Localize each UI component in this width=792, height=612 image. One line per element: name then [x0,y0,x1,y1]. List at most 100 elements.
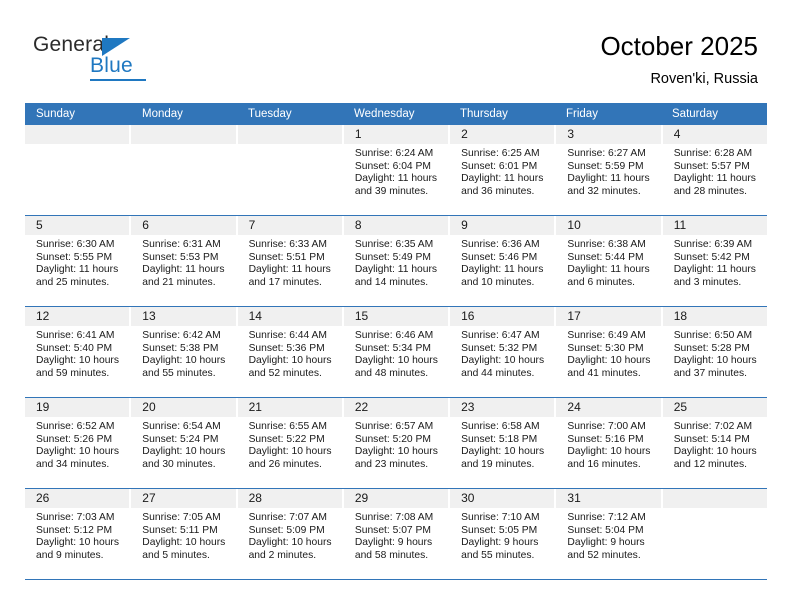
title-block: October 2025 Roven'ki, Russia [600,30,758,89]
day-details: Sunrise: 6:36 AM Sunset: 5:46 PM Daylight:… [450,235,554,289]
daylight-text: Daylight: 10 hours and 2 minutes. [248,537,332,561]
daylight-text: Daylight: 10 hours and 5 minutes. [142,537,226,561]
daylight-text: Daylight: 10 hours and 26 minutes. [248,446,332,470]
day-cell-29[interactable]: 29 Sunrise: 7:08 AM Sunset: 5:07 PM Dayligh… [343,489,451,579]
sunset-text: Sunset: 5:53 PM [142,251,219,263]
day-cell-6[interactable]: 6 Sunrise: 6:31 AM Sunset: 5:53 PM Daylight… [131,216,238,306]
daylight-text: Daylight: 11 hours and 32 minutes. [567,173,650,197]
day-cell-8[interactable]: 8 Sunrise: 6:35 AM Sunset: 5:49 PM Daylight… [343,216,451,306]
day-cell-1[interactable]: 1 Sunrise: 6:24 AM Sunset: 6:04 PM Daylight… [343,125,451,215]
day-number: 4 [662,125,767,144]
daylight-text: Daylight: 9 hours and 52 minutes. [567,537,645,561]
daylight-text: Daylight: 11 hours and 10 minutes. [461,264,544,288]
day-number: 3 [556,125,661,144]
sunset-text: Sunset: 5:34 PM [354,342,431,354]
day-cell-31[interactable]: 31 Sunrise: 7:12 AM Sunset: 5:04 PM Dayligh… [556,489,663,579]
day-number [662,489,767,508]
day-cell-20[interactable]: 20 Sunrise: 6:54 AM Sunset: 5:24 PM Dayligh… [131,398,238,488]
daylight-text: Daylight: 10 hours and 34 minutes. [36,446,119,470]
sunrise-text: Sunrise: 6:47 AM [461,330,540,341]
day-details: Sunrise: 6:35 AM Sunset: 5:49 PM Daylight:… [344,235,448,289]
weekday-header-tuesday: Tuesday [248,108,292,120]
day-details: Sunrise: 6:42 AM Sunset: 5:38 PM Daylight:… [131,326,235,380]
day-details: Sunrise: 6:27 AM Sunset: 5:59 PM Daylight:… [556,144,660,198]
day-cell-15[interactable]: 15 Sunrise: 6:46 AM Sunset: 5:34 PM Dayligh… [343,307,451,397]
day-cell-16[interactable]: 16 Sunrise: 6:47 AM Sunset: 5:32 PM Dayligh… [450,307,557,397]
sunset-text: Sunset: 5:36 PM [248,342,325,354]
day-cell-7[interactable]: 7 Sunrise: 6:33 AM Sunset: 5:51 PM Daylight… [237,216,344,306]
day-details: Sunrise: 6:50 AM Sunset: 5:28 PM Daylight:… [663,326,767,380]
sunrise-text: Sunrise: 7:02 AM [673,421,753,432]
calendar-week-row: 26 Sunrise: 7:03 AM Sunset: 5:12 PM Dayligh… [25,488,767,580]
day-number: 27 [131,489,236,508]
day-cell-21[interactable]: 21 Sunrise: 6:55 AM Sunset: 5:22 PM Dayligh… [237,398,344,488]
day-cell-4[interactable]: 4 Sunrise: 6:28 AM Sunset: 5:57 PM Daylight… [662,125,767,215]
day-details: Sunrise: 6:41 AM Sunset: 5:40 PM Daylight:… [25,326,129,380]
day-cell-26[interactable]: 26 Sunrise: 7:03 AM Sunset: 5:12 PM Dayligh… [25,489,132,579]
day-number: 14 [237,307,342,326]
daylight-text: Daylight: 10 hours and 59 minutes. [36,355,119,379]
day-details: Sunrise: 7:00 AM Sunset: 5:16 PM Daylight:… [556,417,660,471]
day-cell-25[interactable]: 25 Sunrise: 7:02 AM Sunset: 5:14 PM Dayligh… [662,398,767,488]
sunrise-text: Sunrise: 6:24 AM [354,148,434,159]
weekday-header-wednesday: Wednesday [354,108,415,120]
day-number [25,125,130,144]
sunset-text: Sunset: 5:12 PM [36,524,113,536]
day-cell-22[interactable]: 22 Sunrise: 6:57 AM Sunset: 5:20 PM Dayligh… [343,398,451,488]
day-cell-12[interactable]: 12 Sunrise: 6:41 AM Sunset: 5:40 PM Dayligh… [25,307,132,397]
general-blue-logo[interactable]: General Blue [33,33,153,81]
day-cell-28[interactable]: 28 Sunrise: 7:07 AM Sunset: 5:09 PM Dayligh… [237,489,344,579]
day-cell-9[interactable]: 9 Sunrise: 6:36 AM Sunset: 5:46 PM Daylight… [450,216,557,306]
day-cell-23[interactable]: 23 Sunrise: 6:58 AM Sunset: 5:18 PM Dayligh… [450,398,557,488]
sunrise-text: Sunrise: 6:49 AM [567,330,646,341]
sunset-text: Sunset: 5:09 PM [248,524,325,536]
daylight-text: Daylight: 11 hours and 14 minutes. [354,264,438,288]
sunset-text: Sunset: 5:44 PM [567,251,644,263]
day-cell-14[interactable]: 14 Sunrise: 6:44 AM Sunset: 5:36 PM Dayligh… [237,307,344,397]
sunrise-text: Sunrise: 7:03 AM [36,512,115,523]
sunrise-text: Sunrise: 6:27 AM [567,148,646,159]
sunset-text: Sunset: 5:14 PM [673,433,750,445]
day-details: Sunrise: 7:08 AM Sunset: 5:07 PM Daylight:… [344,508,448,562]
day-cell-5[interactable]: 5 Sunrise: 6:30 AM Sunset: 5:55 PM Daylight… [25,216,132,306]
day-cell-18[interactable]: 18 Sunrise: 6:50 AM Sunset: 5:28 PM Dayligh… [662,307,767,397]
calendar-page: General Blue October 2025 Roven'ki, Russ… [0,0,792,612]
daylight-text: Daylight: 11 hours and 39 minutes. [354,173,438,197]
day-cell-11[interactable]: 11 Sunrise: 6:39 AM Sunset: 5:42 PM Dayligh… [662,216,767,306]
day-cell-24[interactable]: 24 Sunrise: 7:00 AM Sunset: 5:16 PM Dayligh… [556,398,663,488]
sunset-text: Sunset: 5:18 PM [461,433,538,445]
sunrise-text: Sunrise: 6:52 AM [36,421,115,432]
calendar-weeks: 1 Sunrise: 6:24 AM Sunset: 6:04 PM Daylight… [25,125,767,580]
day-cell-10[interactable]: 10 Sunrise: 6:38 AM Sunset: 5:44 PM Dayligh… [556,216,663,306]
weekday-header-monday: Monday [142,108,183,120]
weekday-header-friday: Friday [566,108,598,120]
weekday-header-saturday: Saturday [672,108,719,120]
day-number: 15 [343,307,449,326]
day-cell-30[interactable]: 30 Sunrise: 7:10 AM Sunset: 5:05 PM Dayligh… [450,489,557,579]
day-details: Sunrise: 6:47 AM Sunset: 5:32 PM Daylight:… [450,326,554,380]
calendar-grid: Sunday Monday Tuesday Wednesday Thursday Frid… [25,103,767,580]
sunset-text: Sunset: 5:40 PM [36,342,113,354]
sunrise-text: Sunrise: 6:46 AM [354,330,434,341]
weekday-header-sunday: Sunday [36,108,76,120]
sunset-text: Sunset: 5:38 PM [142,342,219,354]
day-cell-13[interactable]: 13 Sunrise: 6:42 AM Sunset: 5:38 PM Dayligh… [131,307,238,397]
sunrise-text: Sunrise: 7:07 AM [248,512,327,523]
sunset-text: Sunset: 5:32 PM [461,342,538,354]
daylight-text: Daylight: 9 hours and 55 minutes. [461,537,539,561]
day-cell-2[interactable]: 2 Sunrise: 6:25 AM Sunset: 6:01 PM Daylight… [450,125,557,215]
day-cell-19[interactable]: 19 Sunrise: 6:52 AM Sunset: 5:26 PM Dayligh… [25,398,132,488]
day-cell-3[interactable]: 3 Sunrise: 6:27 AM Sunset: 5:59 PM Daylight… [556,125,663,215]
daylight-text: Daylight: 11 hours and 6 minutes. [567,264,650,288]
daylight-text: Daylight: 10 hours and 44 minutes. [461,355,545,379]
sunrise-text: Sunrise: 6:30 AM [36,239,115,250]
day-details: Sunrise: 6:54 AM Sunset: 5:24 PM Daylight:… [131,417,235,471]
day-number [237,125,342,144]
day-details: Sunrise: 7:07 AM Sunset: 5:09 PM Daylight:… [238,508,342,562]
day-cell-17[interactable]: 17 Sunrise: 6:49 AM Sunset: 5:30 PM Dayligh… [556,307,663,397]
daylight-text: Daylight: 10 hours and 30 minutes. [142,446,226,470]
day-number: 12 [25,307,130,326]
sunset-text: Sunset: 5:05 PM [461,524,538,536]
day-details: Sunrise: 6:38 AM Sunset: 5:44 PM Daylight:… [556,235,660,289]
day-cell-27[interactable]: 27 Sunrise: 7:05 AM Sunset: 5:11 PM Dayligh… [131,489,238,579]
